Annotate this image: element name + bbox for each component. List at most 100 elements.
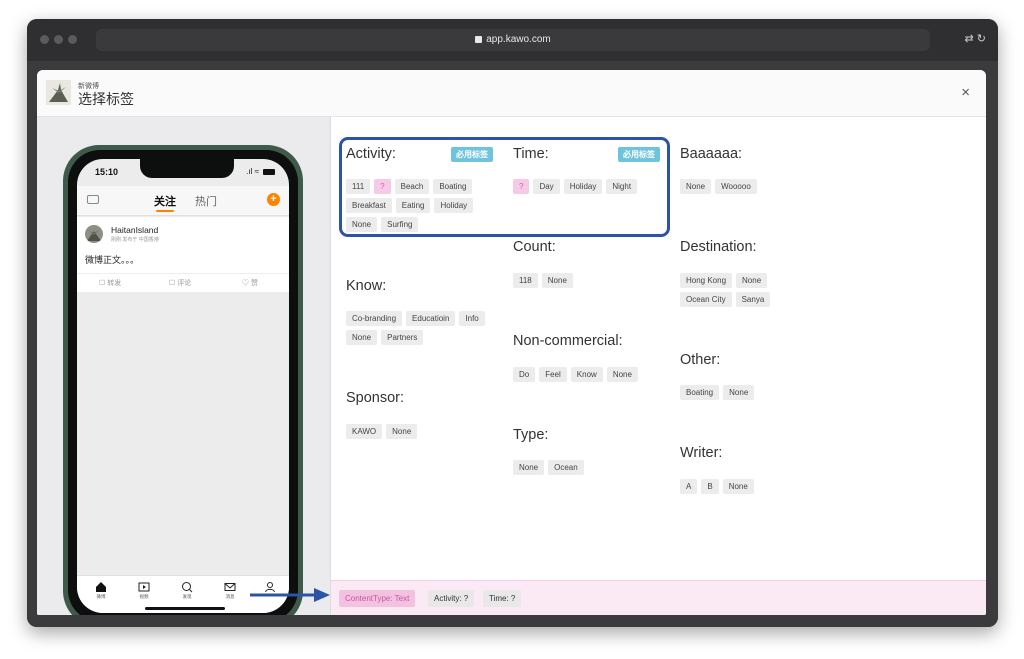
post-avatar — [85, 225, 103, 243]
group-title-count: Count: — [513, 239, 556, 255]
nav-discover[interactable]: 发现 — [172, 581, 202, 600]
tag-unset[interactable]: ? — [513, 179, 530, 194]
group-title-activity: Activity: — [346, 146, 396, 162]
tag[interactable]: None — [541, 273, 573, 288]
group-title-baaaaaa: Baaaaaa: — [680, 146, 743, 162]
comment-button[interactable]: ☐ 评论 — [169, 278, 191, 288]
select-tags-modal: 新微博 选择标签 × 15:10 .ıl ≈ 关注 热门 + HaitanIsl… — [37, 70, 986, 615]
tag[interactable]: Ocean City — [680, 292, 732, 307]
mail-icon — [224, 583, 236, 591]
phone-screen: 15:10 .ıl ≈ 关注 热门 + HaitanIsland 刚刚 发布于 … — [77, 159, 289, 613]
tag[interactable]: Feel — [539, 367, 567, 382]
tag[interactable]: None — [736, 273, 768, 288]
group-title-time: Time: — [513, 146, 549, 162]
like-button[interactable]: ♡ 赞 — [242, 278, 258, 288]
group-title-destination: Destination: — [680, 239, 757, 255]
tag-unset[interactable]: ? — [374, 179, 391, 194]
tag[interactable]: Info — [459, 311, 485, 326]
tag[interactable]: Know — [570, 367, 603, 382]
weibo-post: HaitanIsland 刚刚 发布于 中国香港 微博正文。。。 ☐ 转发 ☐ … — [77, 217, 289, 292]
tag[interactable]: Night — [606, 179, 638, 194]
close-window-dot[interactable] — [40, 35, 49, 44]
tag[interactable]: 118 — [513, 273, 538, 288]
account-avatar — [46, 80, 71, 105]
tag-list-sponsor: KAWO None — [346, 424, 486, 439]
tag-list-writer: A B None — [680, 479, 820, 494]
tag[interactable]: None — [513, 460, 545, 475]
group-title-sponsor: Sponsor: — [346, 390, 405, 406]
phone-mockup: 15:10 .ıl ≈ 关注 热门 + HaitanIsland 刚刚 发布于 … — [63, 145, 303, 615]
translate-icon[interactable]: ⇄ ↻ — [965, 32, 987, 45]
tag[interactable]: Beach — [394, 179, 430, 194]
tag[interactable]: Hong Kong — [680, 273, 733, 288]
tag-list-type: None Ocean — [513, 460, 653, 475]
group-title-type: Type: — [513, 427, 549, 443]
camera-icon[interactable] — [87, 195, 99, 204]
nav-messages[interactable]: 消息 — [215, 581, 245, 600]
modal-title: 选择标签 — [78, 91, 134, 107]
home-icon — [96, 582, 106, 592]
tag[interactable]: None — [386, 424, 418, 439]
search-icon — [182, 582, 193, 593]
tag-list-count: 118 None — [513, 273, 653, 288]
weibo-topbar: 关注 热门 + — [77, 186, 289, 216]
tag[interactable]: Co-branding — [346, 311, 403, 326]
tag[interactable]: Ocean — [548, 460, 584, 475]
tag-list-other: Boating None — [680, 385, 820, 400]
close-icon[interactable]: × — [961, 84, 970, 101]
tag[interactable]: Boating — [680, 385, 720, 400]
annotation-arrow-icon — [250, 588, 330, 602]
browser-window: app.kawo.com ⇄ ↻ 新微博 选择标签 × 15:10 .ıl ≈ … — [27, 19, 998, 627]
tab-follow[interactable]: 关注 — [154, 193, 176, 209]
selected-tag-chip[interactable]: ContentType: Text — [339, 590, 416, 607]
tag[interactable]: None — [722, 479, 754, 494]
selected-tag-chip[interactable]: Activity: ? — [428, 590, 475, 607]
tag[interactable]: Holiday — [563, 179, 603, 194]
tag-list-baaaaaa: None Wooooo — [680, 179, 820, 194]
zoom-window-dot[interactable] — [68, 35, 77, 44]
tag[interactable]: Day — [533, 179, 560, 194]
tag[interactable]: Educatioin — [406, 311, 456, 326]
tag[interactable]: None — [346, 217, 378, 232]
tab-active-indicator — [156, 210, 174, 212]
video-icon — [138, 582, 150, 592]
group-title-other: Other: — [680, 352, 721, 368]
tag[interactable]: None — [680, 179, 712, 194]
tag[interactable]: Holiday — [434, 198, 474, 213]
tag[interactable]: None — [723, 385, 755, 400]
nav-home[interactable]: 微博 — [86, 581, 116, 600]
tag[interactable]: Do — [513, 367, 536, 382]
phone-notch — [140, 159, 234, 178]
tag[interactable]: Breakfast — [346, 198, 392, 213]
tag[interactable]: A — [680, 479, 698, 494]
modal-header: 新微博 选择标签 × — [37, 70, 986, 117]
tag-list-know: Co-branding Educatioin Info None Partner… — [346, 311, 486, 345]
nav-video[interactable]: 视频 — [129, 581, 159, 600]
tag[interactable]: B — [701, 479, 719, 494]
selected-tags-footer: ContentType: Text Activity: ? Time: ? — [331, 580, 986, 615]
tab-hot[interactable]: 热门 — [195, 193, 217, 209]
preview-pane: 15:10 .ıl ≈ 关注 热门 + HaitanIsland 刚刚 发布于 … — [37, 117, 331, 615]
tag[interactable]: None — [346, 330, 378, 345]
tag[interactable]: Eating — [395, 198, 431, 213]
tag-list-time: ? Day Holiday Night — [513, 179, 661, 194]
tag[interactable]: Surfing — [381, 217, 419, 232]
repost-button[interactable]: ☐ 转发 — [99, 278, 121, 288]
minimize-window-dot[interactable] — [54, 35, 63, 44]
compose-plus-icon[interactable]: + — [267, 193, 280, 206]
tag[interactable]: 111 — [346, 179, 371, 194]
tag[interactable]: None — [606, 367, 638, 382]
post-actions: ☐ 转发 ☐ 评论 ♡ 赞 — [77, 273, 289, 291]
address-bar[interactable]: app.kawo.com — [96, 29, 930, 51]
tag[interactable]: KAWO — [346, 424, 383, 439]
selected-tag-chip[interactable]: Time: ? — [483, 590, 522, 607]
tag-list-noncommercial: Do Feel Know None — [513, 367, 653, 382]
required-badge-time: 必用标签 — [618, 147, 660, 162]
tag[interactable]: Sanya — [735, 292, 771, 307]
group-title-writer: Writer: — [680, 445, 723, 461]
tag[interactable]: Partners — [381, 330, 424, 345]
tag-list-destination: Hong Kong None Ocean City Sanya — [680, 273, 790, 307]
tag[interactable]: Wooooo — [715, 179, 757, 194]
tag[interactable]: Boating — [433, 179, 473, 194]
post-text: 微博正文。。。 — [85, 255, 140, 265]
